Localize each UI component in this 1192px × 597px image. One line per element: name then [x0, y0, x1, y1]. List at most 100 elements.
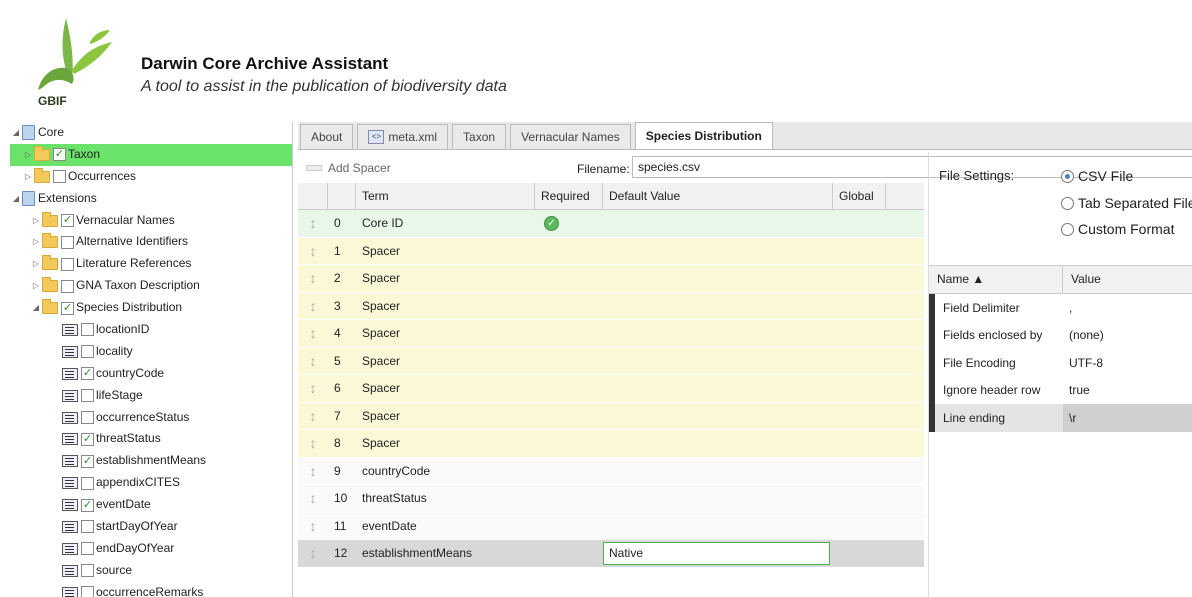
collapse-arrow-icon[interactable]: ◢: [10, 188, 22, 210]
radio-button[interactable]: [1061, 169, 1074, 183]
add-spacer-button[interactable]: Add Spacer: [306, 161, 391, 175]
property-row[interactable]: Field Delimiter,: [929, 294, 1192, 322]
tree-node-occurrences[interactable]: ▷ Occurrences: [10, 166, 292, 188]
tree-node-extension[interactable]: ▷ ✓ Vernacular Names: [10, 210, 292, 232]
tree-node-extension[interactable]: ▷ Literature References: [10, 253, 292, 275]
field-checkbox[interactable]: [81, 389, 94, 403]
drag-handle-icon[interactable]: ↕: [298, 430, 328, 457]
row-default-value[interactable]: [603, 513, 833, 540]
tree-node-field[interactable]: endDayOfYear: [10, 538, 292, 560]
tab-vernacular-names[interactable]: Vernacular Names: [510, 124, 631, 149]
tree-node-extension[interactable]: ▷ Alternative Identifiers: [10, 231, 292, 253]
field-checkbox[interactable]: [81, 345, 94, 359]
table-row[interactable]: ↕ 0 Core ID ✓: [298, 210, 924, 238]
tree-node-field[interactable]: ✓ establishmentMeans: [10, 450, 292, 472]
table-row[interactable]: ↕ 1 Spacer: [298, 237, 924, 265]
drag-handle-icon[interactable]: ↕: [298, 458, 328, 485]
tree-node-core[interactable]: ◢ Core: [10, 122, 292, 144]
row-global[interactable]: [833, 513, 886, 540]
row-default-value[interactable]: [603, 430, 833, 457]
tree-node-field[interactable]: appendixCITES: [10, 472, 292, 494]
tree-node-taxon[interactable]: ▷ ✓ Taxon: [10, 143, 292, 166]
row-default-value[interactable]: [603, 540, 833, 567]
extension-checkbox[interactable]: ✓: [61, 214, 74, 227]
taxon-checkbox[interactable]: ✓: [53, 148, 66, 162]
prop-col-name[interactable]: Name ▲: [929, 266, 1063, 293]
extension-checkbox[interactable]: [61, 279, 74, 293]
table-row[interactable]: ↕ 11 eventDate: [298, 512, 924, 540]
drag-handle-icon[interactable]: ↕: [298, 485, 328, 512]
row-global[interactable]: [833, 375, 886, 402]
row-default-value[interactable]: [603, 238, 833, 265]
extension-checkbox[interactable]: [61, 257, 74, 271]
tree-node-extension[interactable]: ◢ ✓ Species Distribution: [10, 297, 292, 319]
drag-handle-icon[interactable]: ↕: [298, 265, 328, 292]
radio-custom-format[interactable]: Custom Format: [1061, 221, 1174, 237]
archive-tree[interactable]: ◢ Core ▷ ✓ Taxon ▷ Occurrences ◢ Extensi…: [10, 122, 293, 597]
tree-node-field[interactable]: occurrenceStatus: [10, 407, 292, 429]
tree-node-extension[interactable]: ▷ GNA Taxon Description: [10, 275, 292, 297]
field-checkbox[interactable]: [81, 323, 94, 337]
row-default-value[interactable]: [603, 293, 833, 320]
extension-checkbox[interactable]: [61, 235, 74, 249]
field-checkbox[interactable]: [81, 520, 94, 534]
radio-button[interactable]: [1061, 196, 1074, 210]
prop-col-value[interactable]: Value: [1063, 266, 1101, 293]
collapse-arrow-icon[interactable]: ◢: [30, 297, 42, 319]
field-checkbox[interactable]: [81, 564, 94, 578]
col-term[interactable]: Term: [356, 183, 535, 209]
row-global[interactable]: [833, 238, 886, 265]
col-global[interactable]: Global: [833, 183, 886, 209]
field-checkbox[interactable]: ✓: [81, 498, 94, 512]
tab-meta-xml[interactable]: <> meta.xml: [357, 124, 449, 149]
drag-handle-icon[interactable]: ↕: [298, 293, 328, 320]
tree-node-field[interactable]: locationID: [10, 319, 292, 341]
table-row[interactable]: ↕ 5 Spacer: [298, 347, 924, 375]
row-global[interactable]: [833, 485, 886, 512]
col-required[interactable]: Required: [535, 183, 603, 209]
expand-arrow-icon[interactable]: ▷: [22, 166, 34, 188]
row-default-value[interactable]: [603, 320, 833, 347]
collapse-arrow-icon[interactable]: ◢: [10, 122, 22, 144]
tab-about[interactable]: About: [300, 124, 354, 149]
property-row[interactable]: Fields enclosed by (none): [929, 321, 1192, 349]
table-row[interactable]: ↕ 7 Spacer: [298, 402, 924, 430]
row-global[interactable]: [833, 430, 886, 457]
field-checkbox[interactable]: ✓: [81, 367, 94, 381]
tab-species-distribution[interactable]: Species Distribution: [634, 122, 773, 149]
radio-csv-file[interactable]: CSV File: [1061, 168, 1133, 184]
drag-handle-icon[interactable]: ↕: [298, 348, 328, 375]
radio-button[interactable]: [1061, 222, 1074, 236]
row-global[interactable]: [833, 210, 886, 237]
tree-node-field[interactable]: ✓ threatStatus: [10, 428, 292, 450]
drag-handle-icon[interactable]: ↕: [298, 375, 328, 402]
expand-arrow-icon[interactable]: ▷: [30, 253, 42, 275]
field-checkbox[interactable]: [81, 476, 94, 490]
field-checkbox[interactable]: ✓: [81, 432, 94, 446]
col-default-value[interactable]: Default Value: [603, 183, 833, 209]
row-global[interactable]: [833, 540, 886, 567]
table-row[interactable]: ↕ 2 Spacer: [298, 265, 924, 293]
expand-arrow-icon[interactable]: ▷: [22, 144, 34, 166]
table-row[interactable]: ↕ 9 countryCode: [298, 457, 924, 485]
table-row[interactable]: ↕ 8 Spacer: [298, 430, 924, 458]
expand-arrow-icon[interactable]: ▷: [30, 231, 42, 253]
expand-arrow-icon[interactable]: ▷: [30, 210, 42, 232]
field-checkbox[interactable]: [81, 411, 94, 425]
property-row[interactable]: Ignore header row true: [929, 376, 1192, 404]
row-default-value[interactable]: [603, 375, 833, 402]
table-row[interactable]: ↕ 12 establishmentMeans: [298, 540, 924, 568]
field-checkbox[interactable]: [81, 586, 94, 597]
table-row[interactable]: ↕ 4 Spacer: [298, 320, 924, 348]
drag-handle-icon[interactable]: ↕: [298, 238, 328, 265]
tree-node-field[interactable]: occurrenceRemarks: [10, 582, 292, 597]
row-global[interactable]: [833, 348, 886, 375]
row-global[interactable]: [833, 403, 886, 430]
tree-node-field[interactable]: source: [10, 560, 292, 582]
table-row[interactable]: ↕ 6 Spacer: [298, 375, 924, 403]
field-checkbox[interactable]: ✓: [81, 454, 94, 468]
drag-handle-icon[interactable]: ↕: [298, 403, 328, 430]
table-row[interactable]: ↕ 3 Spacer: [298, 292, 924, 320]
tree-node-field[interactable]: ✓ countryCode: [10, 363, 292, 385]
drag-handle-icon[interactable]: ↕: [298, 210, 328, 237]
